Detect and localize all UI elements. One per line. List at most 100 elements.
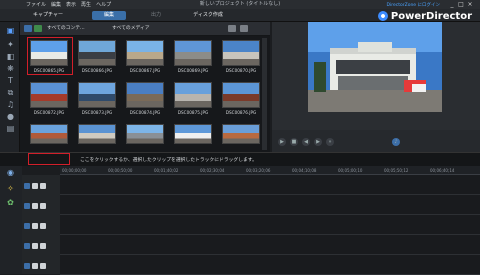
menu-file[interactable]: ファイル <box>26 1 46 8</box>
media-thumbnail[interactable] <box>222 40 260 66</box>
powerdirector-logo-icon <box>377 11 388 21</box>
track-type-icon <box>24 243 30 249</box>
stop-icon[interactable]: ■ <box>290 138 298 146</box>
timeline-hint-text: ここをクリックするか、選択したクリップを選択したトラックにドラッグします。 <box>80 158 257 163</box>
volume-icon[interactable]: ♪ <box>392 138 400 146</box>
media-thumbnail[interactable] <box>78 40 116 66</box>
track-header-row[interactable] <box>24 202 46 210</box>
media-thumbnail-label: DSC00874.JPG <box>129 110 161 115</box>
track-divider <box>60 194 480 195</box>
media-thumbnail[interactable] <box>174 124 212 144</box>
track-type-icon <box>24 263 30 269</box>
minimize-button[interactable]: _ <box>448 1 456 8</box>
tab-edit[interactable]: 編集 <box>92 11 126 20</box>
media-thumbnail[interactable] <box>222 82 260 108</box>
media-filter-dropdown[interactable]: すべてのメディア <box>110 24 170 33</box>
tab-produce[interactable]: 出力 <box>136 11 176 20</box>
title-room-icon[interactable]: T <box>5 76 16 86</box>
menu-play[interactable]: 再生 <box>81 1 91 8</box>
pip-room-icon[interactable]: ◧ <box>5 52 16 62</box>
folder-icon[interactable] <box>228 25 236 32</box>
ruler-tick-label: 00;02;30;04 <box>200 168 225 173</box>
tab-disc-creation[interactable]: ディスク作成 <box>178 11 238 20</box>
track-type-icon <box>24 183 30 189</box>
particle-room-icon[interactable]: ❋ <box>5 64 16 74</box>
directorzone-login-link[interactable]: DirectorZone にログイン <box>387 2 440 8</box>
tab-capture[interactable]: キャプチャー <box>24 11 72 20</box>
track-lock-icon[interactable] <box>40 243 46 249</box>
import-media-icon[interactable] <box>24 25 32 32</box>
next-frame-icon[interactable]: ▶ <box>314 138 322 146</box>
ruler-tick-label: 00;00;50;00 <box>108 168 133 173</box>
media-thumbnail[interactable] <box>126 40 164 66</box>
media-thumbnail[interactable] <box>78 124 116 144</box>
grid-view-icon[interactable] <box>240 25 248 32</box>
track-lock-icon[interactable] <box>40 203 46 209</box>
track-type-icon <box>24 203 30 209</box>
effect-room-icon[interactable]: ✦ <box>5 40 16 50</box>
ruler-tick-label: 00;00;00;00 <box>62 168 87 173</box>
track-divider <box>60 214 480 215</box>
menu-edit[interactable]: 編集 <box>51 1 61 8</box>
track-divider <box>60 254 480 255</box>
media-thumbnail[interactable] <box>222 124 260 144</box>
menu-help[interactable]: ヘルプ <box>96 1 111 8</box>
media-thumbnail[interactable] <box>126 82 164 108</box>
ruler-tick-label: 00;05;00;10 <box>338 168 363 173</box>
audio-mixing-room-icon[interactable]: ♫ <box>5 100 16 110</box>
ruler-tick-label: 00;04;10;08 <box>292 168 317 173</box>
track-enable-checkbox[interactable] <box>32 263 38 269</box>
video-track-icon[interactable]: ◉ <box>5 168 16 178</box>
preview-window <box>308 22 442 112</box>
media-thumbnail-label: DSC00866.JPG <box>81 68 113 73</box>
media-thumbnail[interactable] <box>174 82 212 108</box>
library-scrollbar[interactable] <box>262 38 267 150</box>
audio-track-icon[interactable]: ✿ <box>5 198 16 208</box>
timeline-view-buttons[interactable] <box>28 153 70 165</box>
track-header-row[interactable] <box>24 182 46 190</box>
track-enable-checkbox[interactable] <box>32 203 38 209</box>
close-button[interactable]: × <box>466 1 474 8</box>
timeline-tracks[interactable] <box>60 175 480 274</box>
media-thumbnail[interactable] <box>30 124 68 144</box>
track-enable-checkbox[interactable] <box>32 183 38 189</box>
track-enable-checkbox[interactable] <box>32 243 38 249</box>
track-type-icon <box>24 223 30 229</box>
fast-forward-icon[interactable]: » <box>326 138 334 146</box>
track-lock-icon[interactable] <box>40 223 46 229</box>
track-lock-icon[interactable] <box>40 183 46 189</box>
track-lock-icon[interactable] <box>40 263 46 269</box>
media-thumbnail[interactable] <box>174 40 212 66</box>
content-filter-dropdown[interactable]: すべてのコンテ... <box>45 24 107 33</box>
ruler-tick-label: 00;03;20;06 <box>246 168 271 173</box>
menu-view[interactable]: 表示 <box>66 1 76 8</box>
media-thumbnail[interactable] <box>30 82 68 108</box>
media-thumbnail[interactable] <box>126 124 164 144</box>
track-header-row[interactable] <box>24 222 46 230</box>
brand-name: PowerDirector <box>390 10 472 22</box>
track-enable-checkbox[interactable] <box>32 223 38 229</box>
fx-track-icon[interactable]: ✧ <box>5 184 16 194</box>
maximize-button[interactable]: □ <box>457 1 465 8</box>
media-thumbnail-label: DSC00875.JPG <box>177 110 209 115</box>
track-header-row[interactable] <box>24 242 46 250</box>
chapter-room-icon[interactable]: ▤ <box>5 124 16 134</box>
ruler-tick-label: 00;01;40;02 <box>154 168 179 173</box>
ruler-tick-label: 00;06;40;14 <box>430 168 455 173</box>
media-thumbnail-label: DSC00865.JPG <box>33 68 65 73</box>
track-header-row[interactable] <box>24 262 46 270</box>
download-media-icon[interactable] <box>34 25 42 32</box>
preview-photo <box>308 22 442 112</box>
transition-room-icon[interactable]: ⧉ <box>5 88 16 98</box>
media-room-icon[interactable]: ▣ <box>5 26 16 36</box>
media-thumbnail-label: DSC00873.JPG <box>81 110 113 115</box>
previous-frame-icon[interactable]: ◀ <box>302 138 310 146</box>
timeline-side-tools <box>0 166 22 274</box>
brand-logo: PowerDirector <box>377 9 472 23</box>
track-divider <box>60 234 480 235</box>
play-icon[interactable]: ▶ <box>278 138 286 146</box>
media-thumbnail-label: DSC00869.JPG <box>177 68 209 73</box>
voiceover-room-icon[interactable]: ● <box>5 112 16 122</box>
media-thumbnail-label: DSC00872.JPG <box>33 110 65 115</box>
media-thumbnail[interactable] <box>78 82 116 108</box>
